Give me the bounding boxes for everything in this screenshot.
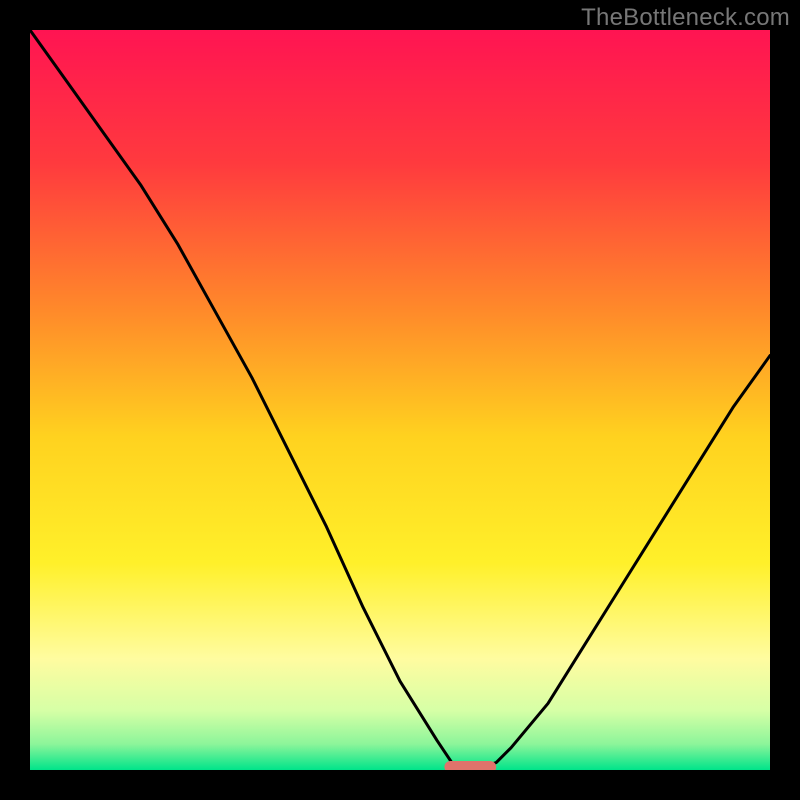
chart-frame: TheBottleneck.com [0, 0, 800, 800]
heatmap-background [30, 30, 770, 770]
optimal-marker [444, 761, 496, 770]
watermark-text: TheBottleneck.com [581, 4, 790, 32]
bottleneck-chart [30, 30, 770, 770]
plot-area [30, 30, 770, 770]
